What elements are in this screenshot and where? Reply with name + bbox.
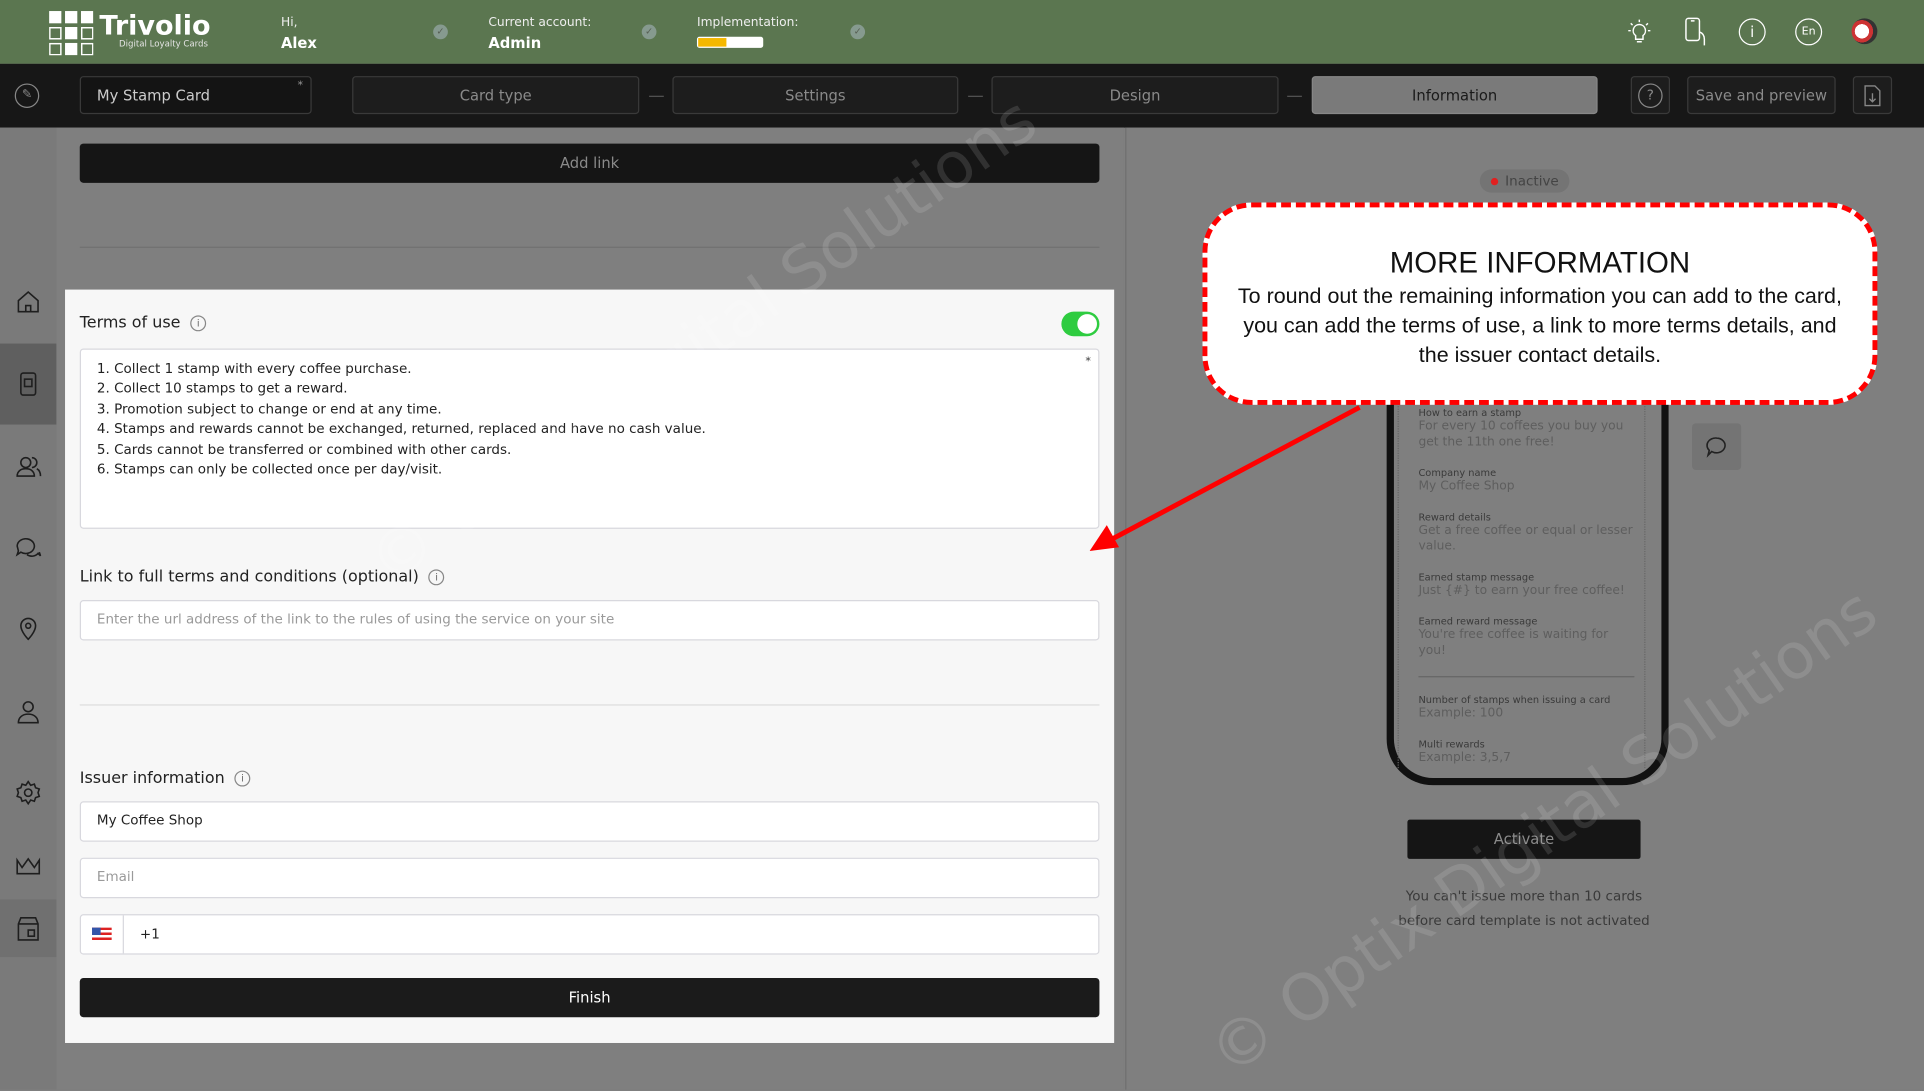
callout-title: MORE INFORMATION xyxy=(1389,246,1691,280)
callout-body: To round out the remaining information y… xyxy=(1237,283,1842,367)
callout-arrow xyxy=(1089,405,1361,551)
callout-box: MORE INFORMATION To round out the remain… xyxy=(1202,202,1878,405)
